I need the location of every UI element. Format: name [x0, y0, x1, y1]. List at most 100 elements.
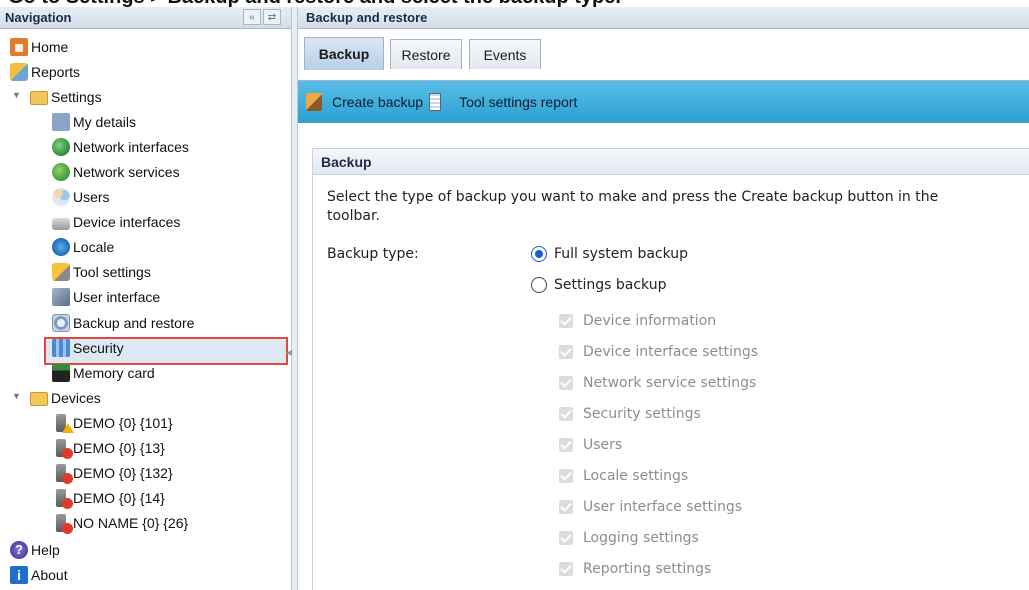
nav-item-tool-settings[interactable]: Tool settings [52, 259, 151, 284]
tab-restore[interactable]: Restore [390, 39, 462, 69]
nav-item-my-details[interactable]: My details [52, 109, 136, 134]
device-warning-icon [56, 413, 74, 433]
full-system-backup-label: Full system backup [554, 246, 689, 262]
tab-events[interactable]: Events [469, 39, 541, 69]
full-system-backup-option[interactable]: Full system backup [531, 246, 688, 262]
nav-item-device[interactable]: DEMO {0} {13} [52, 435, 165, 460]
device-interfaces-icon [52, 217, 70, 230]
setting-checkbox-label: Security settings [583, 406, 701, 422]
folder-icon [30, 391, 48, 406]
nav-item-label: Settings [51, 88, 102, 105]
tool-settings-report-button[interactable]: Tool settings report [429, 93, 577, 111]
memory-card-icon [52, 363, 70, 382]
setting-checkbox-row: User interface settings [559, 499, 742, 515]
nav-item-reports[interactable]: Reports [10, 59, 80, 84]
create-backup-button[interactable]: Create backup [306, 93, 423, 111]
locale-icon [52, 237, 70, 256]
nav-item-users[interactable]: Users [52, 184, 110, 209]
report-document-icon [429, 93, 442, 111]
settings-backup-label: Settings backup [554, 277, 667, 293]
section-title: Backup [313, 149, 1029, 175]
nav-item-network-interfaces[interactable]: Network interfaces [52, 134, 189, 159]
setting-checkbox-row: Reporting settings [559, 561, 711, 577]
nav-item-network-services[interactable]: Network services [52, 159, 180, 184]
nav-item-label: Devices [51, 389, 101, 406]
nav-item-label: Tool settings [73, 263, 151, 280]
setting-checkbox-row: Device interface settings [559, 344, 758, 360]
setting-checkbox-label: Device interface settings [583, 344, 759, 360]
setting-checkbox-label: User interface settings [583, 499, 743, 515]
expand-settings-icon[interactable]: ▼ [12, 90, 21, 100]
about-icon: i [10, 565, 28, 584]
main-header: Backup and restore [298, 7, 1029, 29]
setting-checkbox-label: Device information [583, 313, 717, 329]
setting-checkbox-label: Reporting settings [583, 561, 712, 577]
nav-item-label: Security [73, 339, 124, 356]
nav-item-label: Home [31, 38, 69, 55]
nav-item-help[interactable]: ? Help [10, 537, 60, 562]
settings-backup-option[interactable]: Settings backup [531, 277, 666, 293]
nav-item-label: DEMO {0} {13} [73, 439, 165, 456]
tab-strip: Backup Restore Events [298, 29, 1029, 81]
nav-item-label: DEMO {0} {132} [73, 464, 173, 481]
navigation-panel: Navigation « ⇄ Home Reports ▼ Settings M… [0, 7, 292, 590]
nav-item-settings[interactable]: Settings [30, 84, 102, 109]
setting-checkbox-label: Logging settings [583, 530, 699, 546]
expand-devices-icon[interactable]: ▼ [12, 391, 21, 401]
nav-item-security[interactable]: Security [52, 335, 124, 360]
tool-settings-icon [52, 262, 70, 281]
nav-item-label: Users [73, 188, 110, 205]
full-system-backup-radio[interactable] [531, 246, 547, 262]
nav-item-label: Memory card [73, 364, 155, 381]
nav-item-label: Network interfaces [73, 138, 189, 155]
tab-backup[interactable]: Backup [304, 37, 384, 70]
nav-item-user-interface[interactable]: User interface [52, 284, 160, 309]
user-interface-icon [52, 287, 70, 306]
navigation-header: Navigation « ⇄ [0, 7, 291, 29]
checkbox-icon [559, 345, 573, 359]
nav-item-devices[interactable]: Devices [30, 385, 101, 410]
nav-item-locale[interactable]: Locale [52, 234, 114, 259]
nav-item-about[interactable]: i About [10, 562, 68, 587]
nav-item-memory-card[interactable]: Memory card [52, 360, 155, 385]
nav-item-home[interactable]: Home [10, 34, 68, 59]
setting-checkbox-row: Security settings [559, 406, 701, 422]
content-area: Backup Select the type of backup you wan… [298, 124, 1029, 590]
setting-checkbox-row: Locale settings [559, 468, 688, 484]
device-error-icon [56, 463, 73, 484]
nav-item-device[interactable]: DEMO {0} {132} [52, 460, 173, 485]
create-backup-icon [306, 93, 322, 111]
nav-item-label: DEMO {0} {101} [73, 414, 173, 431]
nav-item-device[interactable]: DEMO {0} {101} [52, 410, 173, 435]
nav-item-backup-and-restore[interactable]: Backup and restore [52, 310, 194, 335]
settings-backup-radio[interactable] [531, 277, 547, 293]
collapse-panel-button[interactable]: « [243, 9, 261, 25]
device-error-icon [56, 438, 73, 459]
backup-section: Backup Select the type of backup you wan… [312, 148, 1029, 590]
nav-item-label: Network services [73, 163, 180, 180]
setting-checkbox-row: Logging settings [559, 530, 699, 546]
splitter-arrow-icon[interactable]: ◀ [286, 348, 292, 357]
sync-tree-icon[interactable]: ⇄ [263, 9, 281, 25]
nav-item-device[interactable]: DEMO {0} {14} [52, 485, 165, 510]
checkbox-icon [559, 562, 573, 576]
nav-item-label: Help [31, 541, 60, 558]
setting-checkbox-row: Network service settings [559, 375, 756, 391]
nav-item-device[interactable]: NO NAME {0} {26} [52, 510, 188, 535]
nav-item-label: Locale [73, 238, 115, 255]
reports-icon [10, 62, 28, 81]
setting-checkbox-row: Users [559, 437, 622, 453]
device-error-icon [56, 513, 73, 534]
nav-item-device-interfaces[interactable]: Device interfaces [52, 209, 180, 234]
navigation-title: Navigation [5, 10, 72, 25]
network-interfaces-icon [52, 137, 70, 156]
checkbox-icon [559, 500, 573, 514]
device-error-icon [56, 488, 73, 509]
users-icon [52, 187, 70, 206]
checkbox-icon [559, 469, 573, 483]
backup-restore-icon [52, 313, 70, 332]
home-icon [10, 37, 28, 56]
backup-description: Select the type of backup you want to ma… [327, 189, 939, 224]
setting-checkbox-row: Device information [559, 313, 716, 329]
help-icon: ? [10, 540, 28, 559]
